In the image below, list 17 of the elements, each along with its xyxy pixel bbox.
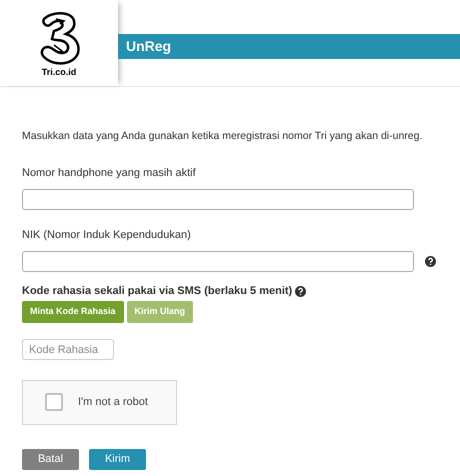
intro-text: Masukkan data yang Anda gunakan ketika meregistrasi nomor Tri yang akan di-unreg. [22,129,424,143]
help-icon[interactable] [425,256,436,267]
captcha-label: I'm not a robot [78,394,148,410]
submit-button[interactable]: Kirim [89,448,146,470]
logo-caption: Tri.co.id [42,68,76,77]
sms-code-button: Kirim Ulang [126,301,194,323]
text-field[interactable] [22,251,414,272]
otp-label: Kode rahasia sekali pakai via SMS (berlaku 5 menit) [22,284,292,298]
help-icon[interactable] [295,286,306,296]
captcha-checkbox[interactable] [45,393,63,411]
field-label: Nomor handphone yang masih aktif [22,166,197,180]
sms-code-button[interactable]: Minta Kode Rahasia [22,301,124,323]
text-field[interactable] [22,189,414,210]
code-field[interactable]: Kode Rahasia [22,339,114,360]
cancel-button[interactable]: Batal [22,448,79,470]
page-title: UnReg [118,34,460,59]
field-label: NIK (Nomor Induk Kependudukan) [22,228,192,242]
